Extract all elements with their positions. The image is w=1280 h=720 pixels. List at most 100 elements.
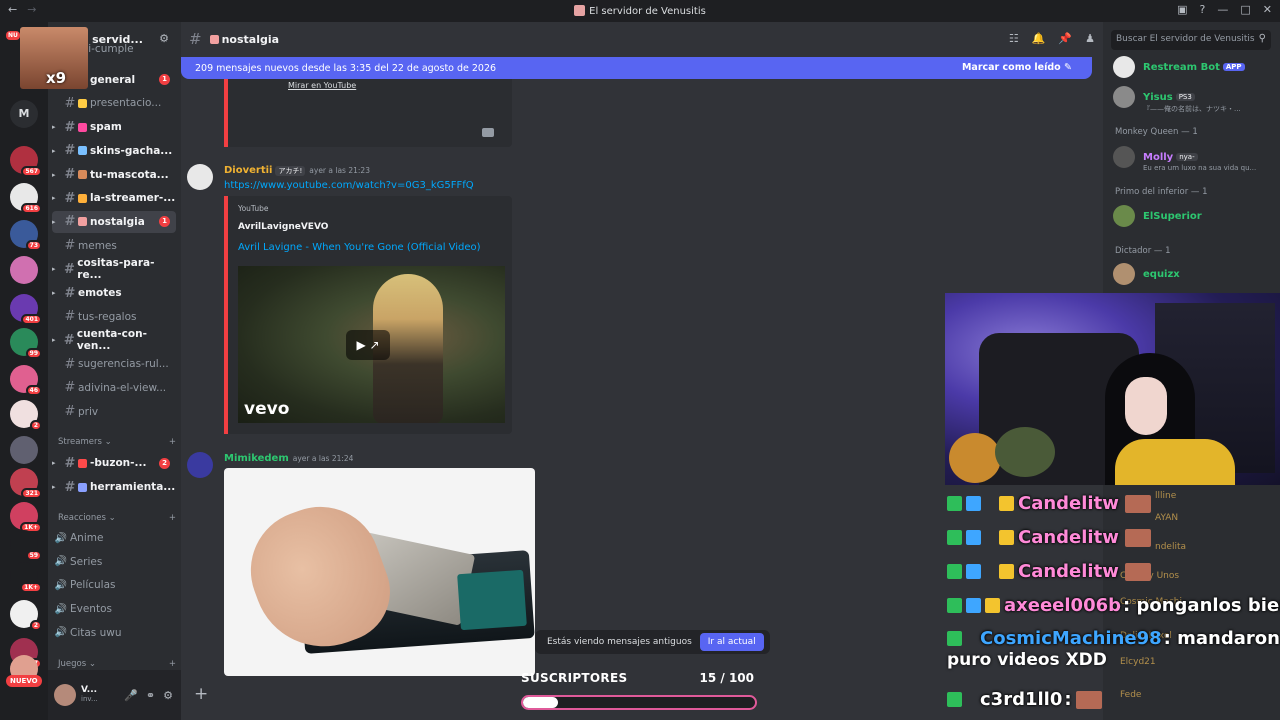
category-header-reacciones[interactable]: Reacciones ⌄ +	[58, 513, 176, 523]
server-icon[interactable]: 1K+	[10, 562, 42, 593]
watch-on-youtube-link[interactable]: Mirar en YouTube	[288, 81, 356, 90]
avatar	[1113, 56, 1135, 78]
member-item[interactable]: Restream Bot APP	[1113, 56, 1245, 78]
add-channel-icon[interactable]: +	[169, 513, 176, 523]
server-icon[interactable]: 321	[10, 468, 42, 499]
channel-item[interactable]: ▸ # cositas-para-re...	[52, 257, 176, 281]
embed-author[interactable]: AvrilLavigneVEVO	[238, 222, 328, 232]
category-header-streamers[interactable]: Streamers ⌄ +	[58, 437, 176, 447]
webcam-streamer-sweater	[1115, 439, 1235, 485]
message-timestamp: ayer a las 21:24	[292, 454, 354, 463]
channel-item[interactable]: # priv	[52, 401, 176, 423]
server-icon[interactable]: 401	[10, 294, 42, 325]
chat-badge-icon	[985, 530, 995, 545]
channel-item[interactable]: ▸ # spam	[52, 116, 176, 138]
server-icon[interactable]: 99	[10, 328, 42, 359]
message-author[interactable]: Mimikedem	[224, 453, 289, 464]
embed-title[interactable]: Avril Lavigne - When You're Gone (Offici…	[238, 242, 481, 253]
voice-channel-item[interactable]: 🔊 Citas uwu	[52, 622, 176, 644]
hash-icon: #	[64, 190, 76, 206]
chat-badge-icon	[999, 530, 1014, 545]
bell-icon[interactable]: 🔔	[1032, 32, 1046, 45]
channel-item[interactable]: # adivina-el-view...	[52, 377, 176, 399]
channel-label: la-streamer-...	[90, 192, 176, 205]
headphones-icon[interactable]: ⚭	[146, 689, 155, 702]
channel-item[interactable]: ▸ # cuenta-con-ven...	[52, 328, 176, 352]
voice-channel-item[interactable]: 🔊 Películas	[52, 574, 176, 596]
channel-item[interactable]: ▸ # herramienta...	[52, 476, 176, 498]
server-icon[interactable]: 73	[10, 220, 42, 251]
play-icon[interactable]: ▶ ↗	[346, 330, 390, 360]
server-icon[interactable]: 567	[10, 146, 42, 177]
window-controls: ▣ ? — □ ✕	[1177, 3, 1272, 16]
minimize-icon[interactable]: —	[1217, 3, 1228, 16]
chat-line: Candelitw	[947, 527, 1151, 548]
add-attachment-icon[interactable]: +	[194, 684, 208, 704]
jump-to-present-button[interactable]: Ir al actual	[699, 633, 764, 651]
member-item[interactable]: Yisus PS3 『——俺の名前は、ナツキ・...	[1113, 86, 1241, 113]
member-item[interactable]: equizx	[1113, 263, 1180, 285]
user-panel: V... inv... 🎤 ⚭ ⚙	[48, 670, 181, 720]
hash-icon: #	[64, 261, 75, 277]
avatar[interactable]	[187, 164, 213, 190]
server-icon[interactable]	[10, 256, 38, 284]
member-item[interactable]: Molly nya- Eu era um luxo na sua vida qu.…	[1113, 146, 1256, 172]
channel-item[interactable]: ▸ # -buzon-... 2	[52, 452, 176, 474]
channel-item[interactable]: ▸ # tu-mascota...	[52, 164, 176, 186]
hash-icon: #	[64, 356, 76, 372]
server-icon[interactable]: 46	[10, 365, 42, 396]
avatar[interactable]	[187, 452, 213, 478]
video-thumbnail[interactable]: ▶ ↗ vevo	[238, 266, 505, 423]
channel-label: memes	[78, 239, 117, 252]
settings-gear-icon[interactable]: ⚙	[163, 689, 173, 702]
message-author[interactable]: Diovertii	[224, 165, 272, 176]
previous-embed: Mirar en YouTube	[224, 79, 512, 147]
avatar[interactable]	[54, 684, 76, 706]
channel-item[interactable]: # tus-regalos	[52, 306, 176, 328]
add-channel-icon[interactable]: +	[169, 659, 176, 669]
channel-label: skins-gacha...	[90, 144, 173, 157]
chat-badge-icon	[947, 598, 962, 613]
channel-item[interactable]: ▸ # la-streamer-...	[52, 187, 176, 209]
member-item[interactable]: ElSuperior	[1113, 205, 1202, 227]
search-icon: ⚲	[1258, 33, 1266, 44]
channel-item[interactable]: ▸ # skins-gacha...	[52, 140, 176, 162]
member-group-header: Dictador — 1	[1115, 246, 1171, 256]
voice-channel-item[interactable]: 🔊 Anime	[52, 527, 176, 549]
message-link[interactable]: https://www.youtube.com/watch?v=0G3_kG5F…	[224, 180, 474, 191]
image-attachment[interactable]	[224, 468, 535, 676]
voice-channel-item[interactable]: 🔊 Eventos	[52, 598, 176, 620]
add-channel-icon[interactable]: +	[169, 437, 176, 447]
category-label: Streamers ⌄	[58, 437, 112, 447]
inbox-icon[interactable]: ▣	[1177, 3, 1187, 16]
server-icon[interactable]: 59	[10, 530, 42, 561]
pin-icon[interactable]: 📌	[1058, 32, 1072, 45]
threads-icon[interactable]: ☷	[1009, 32, 1019, 45]
maximize-icon[interactable]: □	[1240, 3, 1250, 16]
channel-emoji-icon	[78, 98, 87, 108]
server-icon[interactable]: 2	[10, 600, 42, 631]
close-icon[interactable]: ✕	[1263, 3, 1272, 16]
server-icon[interactable]: 1K+	[10, 502, 42, 533]
channel-item[interactable]: # sugerencias-rul...	[52, 353, 176, 375]
chat-badge-icon	[966, 530, 981, 545]
mark-read-button[interactable]: Marcar como leído ✎	[962, 62, 1072, 73]
search-input[interactable]: Buscar El servidor de Venusitis ⚲	[1111, 30, 1271, 50]
server-icon[interactable]: 2	[10, 400, 42, 431]
channel-item[interactable]: # presentacio...	[52, 92, 176, 114]
channel-emoji-icon	[78, 170, 87, 179]
members-icon[interactable]: ♟	[1085, 32, 1095, 45]
server-m[interactable]: M	[10, 100, 38, 128]
channel-item[interactable]: ▸ # emotes	[52, 282, 176, 304]
help-icon[interactable]: ?	[1200, 3, 1206, 16]
channel-item[interactable]: ▸ # nostalgia 1	[52, 210, 176, 233]
category-header-juegos[interactable]: Juegos ⌄ +	[58, 659, 176, 669]
webcam-plush-toy	[995, 427, 1055, 477]
user-name[interactable]: V... inv...	[81, 685, 98, 704]
server-icon[interactable]: 616	[10, 183, 42, 214]
voice-channel-item[interactable]: 🔊 Series	[52, 551, 176, 573]
channel-item[interactable]: # memes	[52, 235, 176, 257]
server-icon[interactable]	[10, 436, 38, 464]
mic-muted-icon[interactable]: 🎤	[124, 689, 138, 702]
new-messages-banner[interactable]: 209 mensajes nuevos desde las 3:35 del 2…	[181, 57, 1092, 79]
